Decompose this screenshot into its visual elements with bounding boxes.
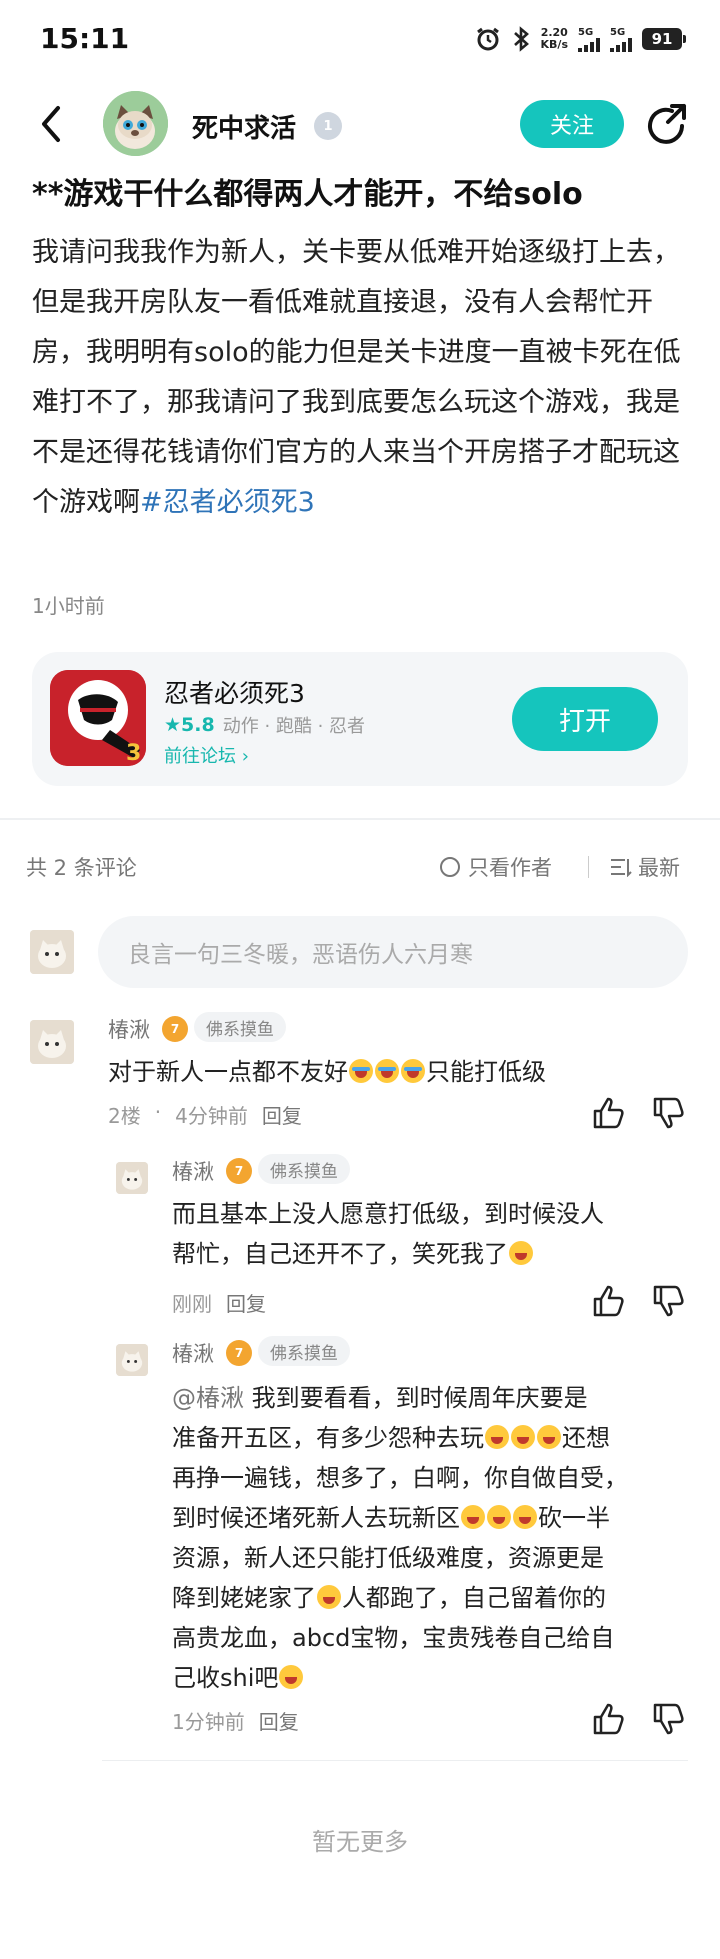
comment-text: 对于新人一点都不友好 只能打低级 [108, 1058, 546, 1086]
forum-link[interactable]: 前往论坛 › [164, 742, 249, 768]
commenter-title-tag: 佛系摸鱼 [258, 1154, 350, 1184]
game-card[interactable]: 3 忍者必须死3 ★5.8 动作 · 跑酷 · 忍者 前往论坛 › 打开 [32, 652, 688, 786]
commenter-name[interactable]: 椿湫 [108, 1014, 150, 1044]
game-name[interactable]: 忍者必须死3 [164, 674, 305, 710]
filter-separator [588, 856, 589, 878]
commenter-name[interactable]: 椿湫 [172, 1338, 214, 1368]
reply-text: 而且基本上没人愿意打低级，到时候没人 帮忙，自己还开不了，笑死我了 [172, 1200, 604, 1268]
svg-text:3: 3 [126, 741, 141, 766]
laughing-emoji-icon [279, 1665, 304, 1689]
laughing-emoji-icon [509, 1241, 533, 1265]
reply-button[interactable]: 回复 [262, 1100, 302, 1129]
commenter-level-badge: 7 [226, 1340, 252, 1366]
laughing-emoji-icon [317, 1585, 341, 1609]
game-rating: ★5.8 [164, 714, 215, 736]
reply-button[interactable]: 回复 [226, 1288, 266, 1317]
laughing-emoji-icon [487, 1505, 511, 1529]
crying-emoji-icon [375, 1059, 399, 1083]
laughing-emoji-icon [537, 1425, 561, 1449]
comments-end-divider [102, 1760, 688, 1761]
comment-input[interactable]: 良言一句三冬暖，恶语伤人六月寒 [98, 916, 688, 988]
open-game-button[interactable]: 打开 [512, 687, 658, 751]
crying-emoji-icon [401, 1059, 425, 1083]
commenter-level-badge: 7 [162, 1016, 188, 1042]
dislike-icon[interactable] [652, 1702, 686, 1736]
game-icon[interactable]: 3 [50, 670, 146, 766]
commenter-level-badge: 7 [226, 1158, 252, 1184]
comment-count: 共 2 条评论 [26, 856, 137, 880]
post-body-text: 我请问我我作为新人，关卡要从低难开始逐级打上去，但是我开房队友一看低难就直接退，… [32, 237, 681, 518]
post-title: **游戏干什么都得两人才能开，不给solo [32, 177, 583, 212]
sort-icon [611, 859, 632, 877]
signal-sim1: 5G [578, 27, 600, 52]
only-author-toggle[interactable]: 只看作者 [440, 852, 552, 882]
post-hashtag[interactable]: #忍者必须死3 [140, 487, 315, 518]
signal-sim2: 5G [610, 27, 632, 52]
post-header: 死中求活 1 关注 [0, 86, 720, 162]
share-icon[interactable] [646, 102, 690, 146]
like-icon[interactable] [592, 1284, 626, 1318]
game-meta: ★5.8 动作 · 跑酷 · 忍者 [164, 712, 365, 738]
commenter-avatar[interactable] [116, 1162, 148, 1194]
like-icon[interactable] [592, 1702, 626, 1736]
back-arrow-icon[interactable] [36, 104, 66, 144]
reply-button[interactable]: 回复 [259, 1706, 299, 1735]
comment-meta: 2楼 · 4分钟前 回复 [108, 1100, 302, 1129]
commenter-name[interactable]: 椿湫 [172, 1156, 214, 1186]
status-bar: 15:11 2.20 KB/s 5G 5G 91 [0, 0, 720, 78]
alarm-icon [476, 27, 499, 51]
current-user-avatar [30, 930, 74, 974]
commenter-title-tag: 佛系摸鱼 [194, 1012, 286, 1042]
author-avatar[interactable] [103, 91, 168, 156]
comment-meta: 刚刚 回复 [172, 1288, 266, 1317]
radio-circle-icon [440, 857, 460, 877]
reply-text: @椿湫 我到要看看，到时候周年庆要是 准备开五区，有多少怨种去玩 还想 再挣一遍钱… [172, 1384, 628, 1692]
dislike-icon[interactable] [652, 1284, 686, 1318]
no-more-text: 暂无更多 [312, 1828, 408, 1856]
section-divider [0, 818, 720, 820]
network-speed: 2.20 KB/s [540, 26, 568, 51]
bluetooth-icon [513, 26, 529, 52]
post-time: 1小时前 [32, 594, 105, 618]
battery-indicator: 91 [642, 28, 686, 50]
game-tags: 动作 · 跑酷 · 忍者 [222, 716, 366, 737]
author-level-badge: 1 [314, 112, 342, 140]
follow-button[interactable]: 关注 [520, 100, 624, 148]
status-time: 15:11 [40, 22, 130, 55]
laughing-emoji-icon [513, 1505, 537, 1529]
post-body: 我请问我我作为新人，关卡要从低难开始逐级打上去，但是我开房队友一看低难就直接退，… [32, 228, 692, 528]
sort-toggle[interactable]: 最新 [610, 852, 680, 882]
commenter-title-tag: 佛系摸鱼 [258, 1336, 350, 1366]
commenter-avatar[interactable] [116, 1344, 148, 1376]
status-icons: 2.20 KB/s 5G 5G 91 [475, 22, 686, 56]
author-name[interactable]: 死中求活 [192, 108, 296, 145]
mention-link[interactable]: @椿湫 [172, 1384, 244, 1412]
laughing-emoji-icon [461, 1505, 485, 1529]
dislike-icon[interactable] [652, 1096, 686, 1130]
laughing-emoji-icon [485, 1425, 509, 1449]
like-icon[interactable] [592, 1096, 626, 1130]
commenter-avatar[interactable] [30, 1020, 74, 1064]
crying-emoji-icon [349, 1059, 373, 1083]
laughing-emoji-icon [511, 1425, 535, 1449]
comment-meta: 1分钟前 回复 [172, 1706, 299, 1735]
